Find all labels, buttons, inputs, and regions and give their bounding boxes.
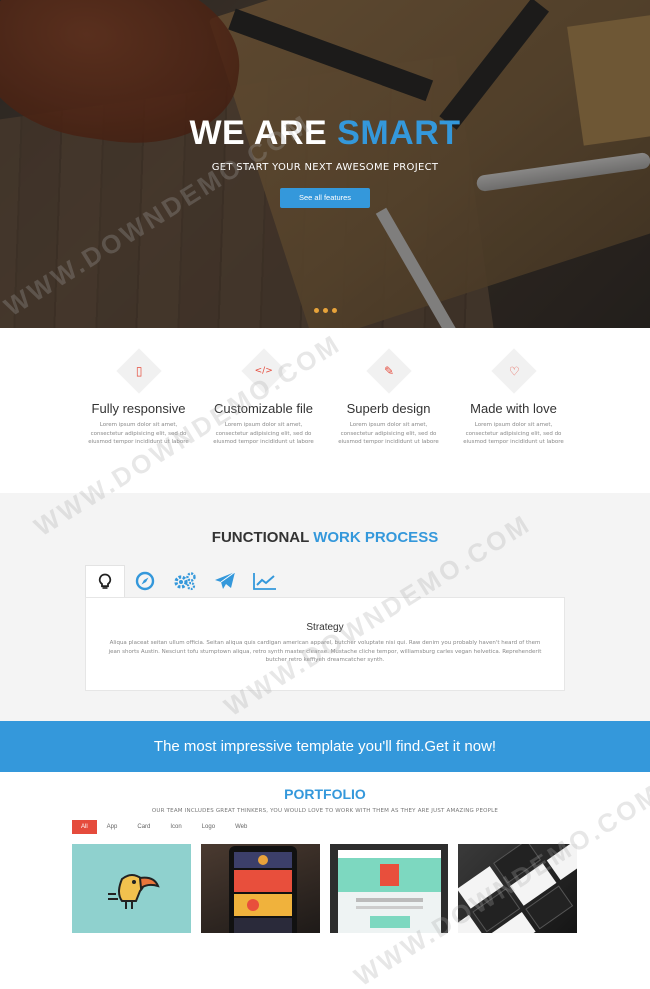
paper-plane-icon <box>215 571 236 589</box>
hero-section: WE ARE SMART GET START YOUR NEXT AWESOME… <box>0 0 650 328</box>
feature-superb-design: ✎ Superb design Lorem ipsum dolor sit am… <box>326 348 451 458</box>
see-all-features-button[interactable]: See all features <box>280 188 370 208</box>
features-section: ▯ Fully responsive Lorem ipsum dolor sit… <box>76 348 576 458</box>
filter-card[interactable]: Card <box>127 820 160 834</box>
filter-icon[interactable]: Icon <box>160 820 191 834</box>
feature-text: Lorem ipsum dolor sit amet, consectetur … <box>463 422 564 445</box>
filter-all[interactable]: All <box>72 820 97 834</box>
portfolio-item-web-design[interactable] <box>329 844 449 933</box>
feature-customizable-file: </> Customizable file Lorem ipsum dolor … <box>201 348 326 458</box>
hero-title-main: WE ARE <box>189 114 328 152</box>
heart-icon: ♡ <box>490 348 537 394</box>
feature-text: Lorem ipsum dolor sit amet, consectetur … <box>88 422 189 445</box>
feature-title: Customizable file <box>214 401 313 416</box>
portfolio-title: PORTFOLIO <box>284 786 366 802</box>
portfolio-item-mobile-app[interactable] <box>200 844 320 933</box>
feature-fully-responsive: ▯ Fully responsive Lorem ipsum dolor sit… <box>76 348 201 458</box>
portfolio-description: OUR TEAM INCLUDES GREAT THINKERS, YOU WO… <box>151 808 499 814</box>
process-title-accent: WORK PROCESS <box>313 529 439 546</box>
slider-dot-2[interactable] <box>323 308 328 313</box>
toucan-illustration <box>108 874 160 909</box>
feature-title: Made with love <box>470 401 557 416</box>
process-title-main: FUNCTIONAL <box>211 529 310 546</box>
feature-text: Lorem ipsum dolor sit amet, consectetur … <box>213 422 314 445</box>
work-process-section: FUNCTIONAL WORK PROCESS Strategy Aliqua … <box>0 493 650 721</box>
filter-app[interactable]: App <box>97 820 128 834</box>
feature-made-with-love: ♡ Made with love Lorem ipsum dolor sit a… <box>451 348 576 458</box>
feature-title: Fully responsive <box>91 401 186 416</box>
portfolio-item-business-cards[interactable] <box>458 844 577 933</box>
filter-web[interactable]: Web <box>225 820 257 834</box>
tab-research[interactable] <box>125 565 165 597</box>
chart-line-icon <box>253 573 276 590</box>
tab-strategy[interactable] <box>85 565 125 598</box>
portfolio-grid <box>72 844 577 933</box>
hero-title: WE ARE SMART <box>0 114 650 153</box>
tab-results[interactable] <box>245 565 285 597</box>
mobile-icon: ▯ <box>115 348 162 394</box>
tab-development[interactable] <box>165 565 205 597</box>
process-tab-panel: Strategy Aliqua placeat seitan ullum off… <box>85 597 565 691</box>
slider-dot-3[interactable] <box>332 308 337 313</box>
cta-banner[interactable]: The most impressive template you'll find… <box>0 721 650 772</box>
portfolio-filters: All App Card Icon Logo Web <box>72 820 257 834</box>
hero-subtitle: GET START YOUR NEXT AWESOME PROJECT <box>211 162 439 173</box>
cta-text[interactable]: The most impressive template you'll find… <box>154 738 496 755</box>
code-icon: </> <box>240 348 287 394</box>
feature-text: Lorem ipsum dolor sit amet, consectetur … <box>338 422 439 445</box>
gears-icon <box>174 572 196 591</box>
process-panel-text: Aliqua placeat seitan ullum officia. Sei… <box>108 640 542 663</box>
portfolio-item-bird-logo[interactable] <box>72 844 191 933</box>
compass-icon <box>135 571 155 591</box>
feature-title: Superb design <box>346 401 431 416</box>
website-mockup <box>337 850 441 933</box>
lightbulb-icon <box>98 573 112 589</box>
hero-title-accent: SMART <box>337 114 461 152</box>
filter-logo[interactable]: Logo <box>192 820 225 834</box>
process-tabs <box>85 565 285 598</box>
business-cards-mockup <box>458 844 577 933</box>
paintbrush-icon: ✎ <box>365 348 412 394</box>
process-panel-title: Strategy <box>306 622 344 633</box>
slider-dots <box>314 308 337 313</box>
slider-dot-1[interactable] <box>314 308 319 313</box>
tab-launch[interactable] <box>205 565 245 597</box>
phone-app-mockup <box>228 846 297 933</box>
process-title: FUNCTIONAL WORK PROCESS <box>0 529 650 546</box>
